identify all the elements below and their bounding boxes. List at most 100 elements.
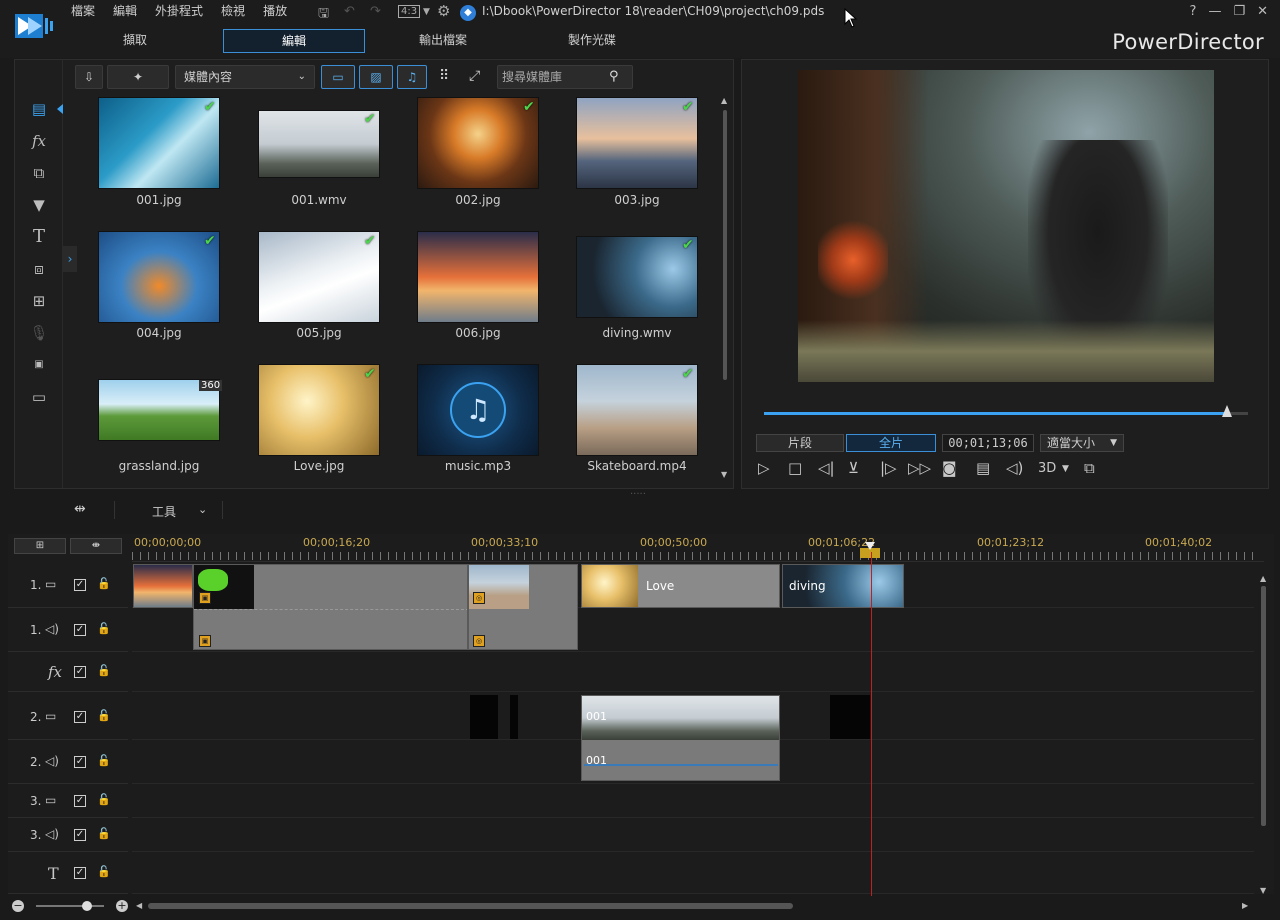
zoom-in-icon[interactable]: + (116, 900, 128, 912)
volume-icon[interactable]: ◁) (1006, 459, 1023, 477)
undo-icon[interactable]: ↶ (344, 4, 355, 19)
track-enable-checkbox[interactable]: ✓ (74, 756, 86, 768)
import-media-button[interactable]: ⇩ (75, 65, 103, 89)
menu-edit[interactable]: 編輯 (104, 3, 146, 19)
3d-mode-button[interactable]: 3D (1038, 461, 1056, 476)
expand-view-icon[interactable]: ⤢ (469, 68, 480, 84)
track-manager-button[interactable]: ⊞ (14, 538, 66, 554)
gear-icon[interactable]: ⚙ (437, 2, 450, 20)
track-enable-checkbox[interactable]: ✓ (74, 867, 86, 879)
redo-icon[interactable]: ↷ (370, 4, 381, 19)
minimize-button[interactable]: — (1208, 4, 1221, 19)
tab-capture[interactable]: 擷取 (64, 29, 206, 53)
stop-icon[interactable]: □ (788, 459, 802, 477)
timecode-display[interactable]: 00;01;13;06 (942, 434, 1034, 452)
media-thumbnail[interactable] (418, 98, 538, 188)
timeline-clip[interactable] (470, 695, 498, 739)
zoom-out-icon[interactable]: − (12, 900, 24, 912)
track-row-audio-3[interactable] (132, 818, 1254, 852)
track-enable-checkbox[interactable]: ✓ (74, 795, 86, 807)
track-row-effect[interactable] (132, 652, 1254, 692)
timeline-clip[interactable] (830, 695, 870, 739)
subtitle-room-icon[interactable]: ▭ (27, 386, 51, 408)
zoom-slider[interactable] (36, 905, 104, 907)
video-filter-button[interactable]: ▭ (321, 65, 355, 89)
tab-create-disc[interactable]: 製作光碟 (521, 29, 663, 53)
split-icon[interactable]: ⊻ (848, 459, 859, 477)
chevron-down-icon[interactable]: ▼ (1062, 464, 1069, 474)
track-row-video-3[interactable] (132, 784, 1254, 818)
timeline-clip[interactable] (193, 564, 468, 650)
play-icon[interactable]: ▷ (758, 459, 770, 477)
menu-playback[interactable]: 播放 (254, 3, 296, 19)
timeline-clip[interactable] (510, 695, 518, 739)
horizontal-scrollbar-thumb[interactable] (148, 903, 793, 909)
transition-room-icon[interactable]: ⧈ (27, 258, 51, 280)
media-room-icon[interactable]: ▤ (27, 98, 51, 120)
clip-mode-button[interactable]: 片段 (756, 434, 844, 452)
notification-icon[interactable]: ◆ (460, 5, 476, 21)
scrollbar-thumb[interactable] (723, 110, 727, 380)
track-enable-checkbox[interactable]: ✓ (74, 624, 86, 636)
scrollbar-thumb[interactable] (1261, 586, 1266, 826)
lock-icon[interactable]: 🔓 (97, 827, 111, 840)
timeline-clip-diving[interactable]: diving (782, 564, 904, 608)
timeline-clip-001[interactable]: 001 001 (581, 695, 780, 781)
lock-icon[interactable]: 🔓 (97, 622, 111, 635)
scroll-down-icon[interactable]: ▼ (721, 470, 727, 479)
help-button[interactable]: ? (1190, 4, 1197, 19)
title-room-icon[interactable]: T (27, 226, 51, 248)
next-frame-icon[interactable]: |▷ (880, 459, 897, 477)
chevron-down-icon[interactable]: ▼ (423, 7, 430, 17)
tools-menu[interactable]: 工具 (152, 503, 176, 520)
preview-seek-knob[interactable] (1222, 405, 1232, 417)
microphone-icon[interactable]: 🎙 (27, 322, 51, 344)
media-thumbnail[interactable] (99, 98, 219, 188)
media-thumbnail[interactable]: ♫ (418, 365, 538, 455)
fast-forward-icon[interactable]: ▷▷ (908, 459, 931, 477)
search-icon[interactable]: ⚲ (609, 69, 619, 84)
scroll-left-icon[interactable]: ◀ (136, 901, 142, 910)
timeline-clip-love[interactable]: Love (581, 564, 780, 608)
zoom-slider-knob[interactable] (82, 901, 92, 911)
media-content-dropdown[interactable]: 媒體內容 ⌄ (175, 65, 315, 89)
audio-mixing-room-icon[interactable]: ⊞ (27, 290, 51, 312)
scroll-up-icon[interactable]: ▲ (1260, 574, 1266, 583)
menu-view[interactable]: 檢視 (212, 3, 254, 19)
timeline-clip[interactable] (133, 564, 193, 608)
fit-ruler-button[interactable]: ⇼ (70, 538, 122, 554)
media-thumbnail[interactable] (259, 232, 379, 322)
scroll-down-icon[interactable]: ▼ (1260, 886, 1266, 895)
track-enable-checkbox[interactable]: ✓ (74, 579, 86, 591)
subtitle-icon[interactable]: ▤ (976, 459, 990, 477)
media-thumbnail[interactable] (577, 237, 697, 317)
timeline-ruler[interactable]: 00;00;00;00 00;00;16;20 00;00;33;10 00;0… (132, 534, 1264, 562)
fit-timeline-icon[interactable]: ⇹ (74, 501, 86, 517)
tab-produce[interactable]: 輸出檔案 (372, 29, 514, 53)
previous-frame-icon[interactable]: ◁| (818, 459, 835, 477)
menu-plugins[interactable]: 外掛程式 (146, 3, 212, 19)
close-button[interactable]: ✕ (1257, 4, 1268, 19)
lock-icon[interactable]: 🔓 (97, 793, 111, 806)
aspect-ratio-button[interactable]: 4:3 (398, 5, 421, 18)
expand-library-button[interactable]: › (63, 246, 77, 272)
lock-icon[interactable]: 🔓 (97, 577, 111, 590)
track-enable-checkbox[interactable]: ✓ (74, 711, 86, 723)
scroll-right-icon[interactable]: ▶ (1242, 901, 1248, 910)
media-thumbnail[interactable] (259, 365, 379, 455)
snapshot-icon[interactable]: ◙ (942, 459, 957, 477)
track-enable-checkbox[interactable]: ✓ (74, 666, 86, 678)
save-icon[interactable]: 🖫 (318, 4, 329, 26)
lock-icon[interactable]: 🔓 (97, 709, 111, 722)
lock-icon[interactable]: 🔓 (97, 754, 111, 767)
tab-edit[interactable]: 編輯 (223, 29, 365, 53)
restore-button[interactable]: ❐ (1233, 4, 1245, 19)
timeline-scrollbar[interactable]: ▲ ▼ (1260, 574, 1268, 895)
media-thumbnail[interactable] (577, 98, 697, 188)
menu-file[interactable]: 檔案 (62, 3, 104, 19)
grid-view-icon[interactable]: ⠿ (439, 68, 449, 84)
zoom-fit-dropdown[interactable]: 適當大小 ▼ (1040, 434, 1124, 452)
chevron-down-icon[interactable]: ⌄ (198, 503, 207, 516)
track-row-title[interactable] (132, 852, 1254, 894)
image-filter-button[interactable]: ▨ (359, 65, 393, 89)
